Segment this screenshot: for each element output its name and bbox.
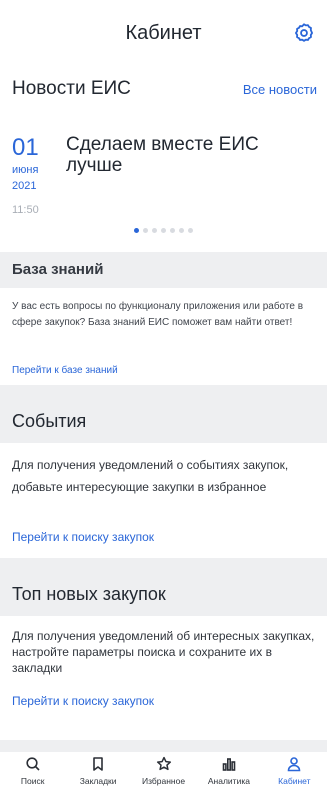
knowledge-base-title: База знаний: [12, 261, 104, 278]
news-card[interactable]: 01 июня 2021 11:50 Сделаем вместе ЕИС лу…: [0, 120, 327, 240]
events-text: Для получения уведомлений о событиях зак…: [12, 458, 289, 494]
news-date-year: 2021: [12, 180, 37, 192]
top-procurements-search-link[interactable]: Перейти к поиску закупок: [12, 694, 154, 708]
section-divider: [0, 558, 327, 572]
knowledge-base-header: База знаний: [0, 252, 327, 288]
news-time: 11:50: [12, 204, 39, 216]
news-date-day: 01: [12, 134, 39, 161]
section-divider: [0, 385, 327, 399]
app-header: Кабинет: [0, 0, 327, 68]
events-title: События: [12, 411, 87, 431]
all-news-link[interactable]: Все новости: [243, 82, 317, 97]
carousel-dot[interactable]: [179, 228, 184, 233]
carousel-dot[interactable]: [188, 228, 193, 233]
section-divider: [0, 740, 327, 752]
carousel-dot[interactable]: [152, 228, 157, 233]
tab-label: Закладки: [79, 776, 117, 786]
top-procurements-title: Топ новых закупок: [12, 584, 166, 604]
tab-label: Аналитика: [207, 776, 250, 786]
tab-favorites[interactable]: Избранное: [131, 752, 196, 790]
carousel-dot[interactable]: [143, 228, 148, 233]
news-section-title: Новости ЕИС: [12, 78, 131, 99]
page-title: Кабинет: [125, 22, 202, 44]
gear-icon: [295, 23, 313, 42]
knowledge-base-link[interactable]: Перейти к базе знаний: [12, 365, 118, 376]
carousel-dot[interactable]: [161, 228, 166, 233]
carousel-dots[interactable]: [0, 228, 327, 233]
user-icon: [288, 757, 301, 772]
chart-icon: [222, 758, 236, 771]
tab-cabinet[interactable]: Кабинет: [262, 752, 327, 790]
tab-label: Избранное: [141, 776, 186, 786]
tab-search[interactable]: Поиск: [0, 752, 65, 790]
news-headline: Сделаем вместе ЕИС лучше: [66, 134, 259, 176]
news-date-month: июня: [12, 164, 39, 176]
events-search-link[interactable]: Перейти к поиску закупок: [12, 530, 154, 544]
carousel-dot[interactable]: [134, 228, 139, 233]
tab-bookmarks[interactable]: Закладки: [65, 752, 130, 790]
carousel-dot[interactable]: [170, 228, 175, 233]
bottom-tab-bar: Поиск Закладки Избранное Аналитика Кабин…: [0, 752, 327, 790]
settings-button[interactable]: [293, 22, 315, 44]
news-header: Новости ЕИС Все новости: [0, 68, 327, 112]
tab-analytics[interactable]: Аналитика: [196, 752, 261, 790]
tab-label: Поиск: [20, 776, 45, 786]
knowledge-base-text: У вас есть вопросы по функционалу прилож…: [12, 301, 304, 328]
top-procurements-header: Топ новых закупок: [0, 572, 327, 616]
top-procurements-text: Для получения уведомлений об интересных …: [12, 629, 315, 675]
star-icon: [156, 756, 171, 771]
tab-label: Кабинет: [278, 776, 311, 786]
events-header: События: [0, 399, 327, 443]
bookmark-icon: [93, 757, 103, 771]
search-icon: [26, 757, 40, 771]
